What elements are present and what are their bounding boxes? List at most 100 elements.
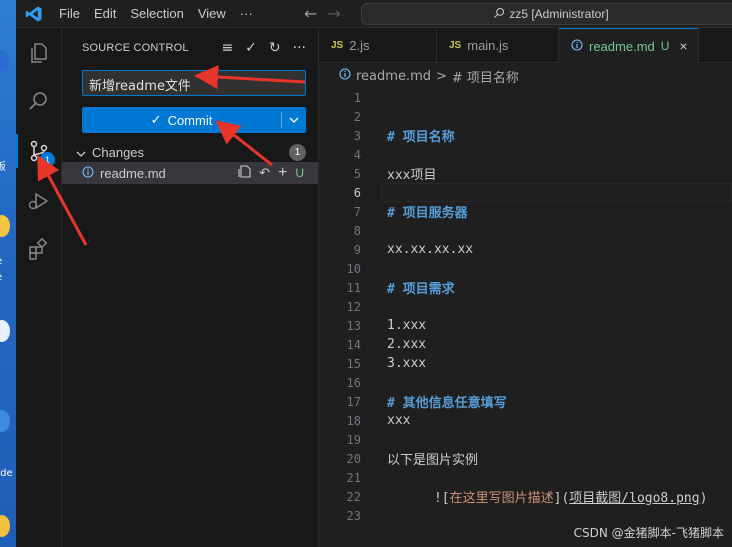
editor-tabs: JS 2.js JS main.js readme.md U ×	[319, 28, 732, 63]
extensions-icon[interactable]	[16, 226, 62, 272]
line-number: 23	[346, 508, 361, 523]
breadcrumb-symbol[interactable]: # 项目名称	[452, 67, 519, 86]
line-number: 8	[353, 223, 361, 238]
code-line: 3 # 项目名称	[319, 126, 732, 146]
tab-label: main.js	[467, 38, 509, 53]
source-control-icon[interactable]: 1	[16, 128, 62, 174]
js-file-icon: JS	[331, 40, 344, 51]
line-text: # 其他信息任意填写	[387, 396, 507, 411]
code-line: 9 xx.xx.xx.xx	[319, 240, 732, 259]
line-text: # 项目名称	[387, 130, 455, 145]
tab-main-js[interactable]: JS main.js	[437, 28, 559, 63]
commit-label: Commit	[167, 112, 213, 128]
link-mid: ](	[553, 491, 570, 506]
view-as-list-icon[interactable]: ≡	[221, 40, 233, 56]
code-line: 8	[319, 221, 732, 240]
more-actions-icon[interactable]: ···	[293, 40, 306, 56]
line-number: 18	[346, 413, 361, 428]
commit-check-icon[interactable]: ✓	[245, 40, 257, 56]
code-editor[interactable]: 1 2 3 # 项目名称 4 5 xxx项目 6 7 # 项目服务器 8 9 xx.xx…	[319, 88, 732, 547]
line-number: 15	[346, 356, 361, 371]
commit-button[interactable]: ✓ Commit	[82, 107, 306, 133]
breadcrumb-file[interactable]: readme.md	[356, 69, 431, 84]
back-arrow-icon[interactable]: ←	[304, 4, 317, 23]
js-file-icon: JS	[449, 40, 462, 51]
commit-dropdown-chevron-icon[interactable]	[282, 107, 306, 133]
search-icon[interactable]	[16, 78, 62, 124]
line-number: 17	[346, 394, 361, 409]
info-file-icon	[82, 165, 94, 181]
desktop-icon[interactable]	[0, 410, 10, 432]
line-number: 1	[353, 90, 361, 105]
line-number: 11	[346, 280, 361, 295]
link-url[interactable]: 项目截图/logo8.png	[569, 491, 699, 506]
menu-selection[interactable]: Selection	[123, 6, 190, 21]
chevron-down-icon	[76, 145, 86, 160]
line-number: 20	[346, 451, 361, 466]
search-icon	[493, 7, 505, 22]
code-line: 1	[319, 88, 732, 107]
menu-edit[interactable]: Edit	[87, 6, 123, 21]
code-line: 22 ![在这里写图片描述](项目截图/logo8.png)	[319, 487, 732, 507]
line-number: 21	[346, 470, 361, 485]
tab-status: U	[660, 39, 670, 53]
line-number: 12	[346, 299, 361, 314]
untracked-status: U	[295, 166, 304, 180]
tab-label: readme.md	[589, 38, 655, 54]
link-open: ![	[433, 491, 450, 506]
line-number: 7	[353, 204, 361, 219]
run-debug-icon[interactable]	[16, 178, 62, 224]
line-text: xxx项目	[387, 168, 437, 183]
menu-file[interactable]: File	[52, 6, 87, 21]
line-number: 16	[346, 375, 361, 390]
command-center-search[interactable]: zz5 [Administrator]	[361, 3, 732, 25]
commit-message-input[interactable]: 新增readme文件	[82, 70, 306, 96]
scm-badge: 1	[40, 152, 55, 167]
link-alt-text: 在这里写图片描述	[449, 491, 554, 506]
refresh-icon[interactable]: ↻	[269, 40, 281, 56]
menu-view[interactable]: View	[191, 6, 233, 21]
command-center-text: zz5 [Administrator]	[509, 7, 609, 21]
explorer-icon[interactable]	[16, 30, 62, 76]
changed-file-name: readme.md	[100, 165, 166, 181]
close-icon[interactable]: ×	[679, 38, 687, 54]
desktop-background: 板 e e ode	[0, 0, 16, 547]
forward-arrow-icon[interactable]: →	[327, 4, 340, 23]
code-line: 14 2.xxx	[319, 335, 732, 354]
watermark: CSDN @金猪脚本-飞猪脚本	[573, 526, 724, 540]
menu-more[interactable]: ···	[233, 6, 260, 21]
line-number: 14	[346, 337, 361, 352]
line-number: 2	[353, 109, 361, 124]
discard-changes-icon[interactable]: ↶	[259, 165, 270, 181]
desktop-icon[interactable]	[0, 320, 10, 342]
code-line: 2	[319, 107, 732, 126]
code-line: 20 以下是图片实例	[319, 449, 732, 469]
changed-file-row[interactable]: readme.md ↶ + U	[62, 162, 318, 184]
code-line: 5 xxx项目	[319, 164, 732, 184]
tab-readme-md[interactable]: readme.md U ×	[559, 28, 699, 63]
code-line: 18 xxx	[319, 411, 732, 430]
line-text: 1.xxx	[387, 318, 427, 333]
line-number: 4	[353, 147, 361, 162]
code-line: 23	[319, 506, 732, 525]
check-icon: ✓	[150, 112, 162, 127]
desktop-icon[interactable]	[0, 50, 10, 72]
stage-changes-icon[interactable]: +	[278, 164, 287, 182]
info-file-icon	[571, 38, 583, 54]
desktop-icon[interactable]	[0, 515, 10, 537]
desktop-icon[interactable]	[0, 215, 10, 237]
tab-2-js[interactable]: JS 2.js	[319, 28, 437, 63]
open-file-icon[interactable]	[238, 165, 251, 181]
changes-label: Changes	[92, 144, 145, 160]
line-number: 5	[353, 166, 361, 181]
code-line: 6	[319, 183, 732, 202]
line-number: 22	[346, 489, 361, 504]
activity-bar: 1	[16, 28, 62, 547]
line-text: 3.xxx	[387, 356, 427, 371]
line-number: 13	[346, 318, 361, 333]
desktop-label: 板	[0, 162, 6, 173]
line-text: # 项目服务器	[387, 206, 468, 221]
code-line: 11 # 项目需求	[319, 278, 732, 298]
line-text: 以下是图片实例	[387, 453, 479, 468]
changes-group-header[interactable]: Changes 1	[62, 141, 318, 163]
